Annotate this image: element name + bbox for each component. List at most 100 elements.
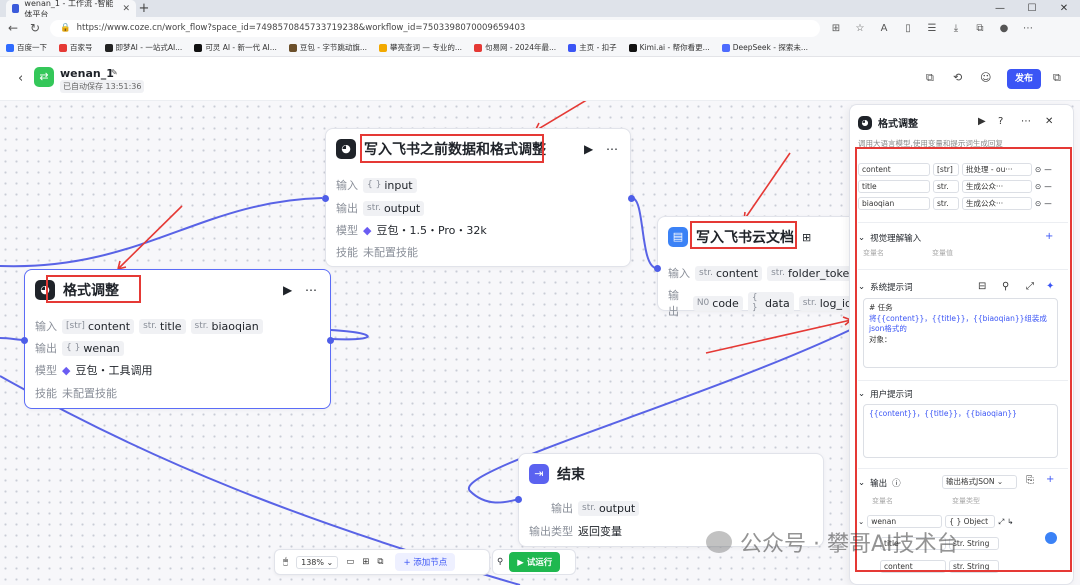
node-inputs: 输入 { } input bbox=[336, 177, 417, 193]
bookmark-item[interactable]: DeepSeek - 探索未... bbox=[721, 42, 808, 53]
input-chip: [str] content bbox=[62, 318, 135, 334]
favorites-list-icon[interactable]: ☰ bbox=[924, 23, 940, 34]
annotation-box bbox=[690, 221, 797, 249]
bookmark-icon bbox=[288, 43, 297, 52]
doubao-model-icon: ◆ bbox=[363, 223, 372, 237]
bookmark-icon bbox=[568, 43, 577, 52]
close-tab-icon[interactable]: ✕ bbox=[122, 4, 130, 14]
input-chip: str. folder_token bbox=[767, 265, 861, 281]
bookmark-item[interactable]: Kimi.ai - 帮你看更... bbox=[628, 42, 710, 53]
node-output-type: 输出类型 返回变量 bbox=[529, 525, 622, 538]
bookmark-icon bbox=[104, 43, 113, 52]
bookmark-item[interactable]: 即梦AI - 一站式AI... bbox=[104, 42, 182, 53]
more-icon[interactable]: ⋯ bbox=[1020, 23, 1036, 34]
edit-icon[interactable]: ✎ bbox=[111, 68, 118, 77]
favorite-icon[interactable]: ☆ bbox=[852, 23, 868, 34]
output-port[interactable] bbox=[327, 337, 334, 344]
debug-icon[interactable]: ⚲ bbox=[497, 557, 503, 567]
address-bar-row: ← ↻ 🔒 https://www.coze.cn/work_flow?spac… bbox=[0, 17, 1080, 39]
node-outputs: 输出 str. output bbox=[551, 500, 640, 516]
bookmark-item[interactable]: 攀亮查词 — 专业的... bbox=[379, 42, 462, 53]
test-run-button[interactable]: ▶ 试运行 bbox=[509, 552, 561, 572]
back-icon[interactable]: ← bbox=[6, 21, 20, 35]
add-node-button[interactable]: + 添加节点 bbox=[395, 553, 456, 571]
bookmark-item[interactable]: 可灵 AI - 新一代 AI... bbox=[194, 42, 277, 53]
extensions-icon[interactable]: ⧉ bbox=[972, 23, 988, 34]
bookmark-item[interactable]: 百度一下 bbox=[6, 42, 47, 53]
collaborators-icon[interactable]: ☺ bbox=[980, 71, 991, 84]
new-tab-icon[interactable]: + bbox=[136, 1, 152, 16]
minimap-icon[interactable]: ⧉ bbox=[377, 557, 383, 567]
canvas-toolbar: 🖱 138% ⌄ ▭ ⊞ ⧉ + 添加节点 bbox=[274, 549, 490, 575]
node-more-icon[interactable]: ⋯ bbox=[606, 142, 618, 156]
browser-tab[interactable]: wenan_1 - 工作流 -智能体平台 ✕ bbox=[6, 0, 136, 19]
input-port[interactable] bbox=[654, 265, 661, 272]
close-window-icon[interactable]: ✕ bbox=[1048, 0, 1080, 17]
input-port[interactable] bbox=[515, 496, 522, 503]
window-controls: — ☐ ✕ bbox=[984, 0, 1080, 17]
copy-icon[interactable]: ⧉ bbox=[926, 71, 934, 85]
output-chip: str. log_id bbox=[798, 295, 856, 311]
bookmark-item[interactable]: 豆包 - 字节跳动旗... bbox=[288, 42, 367, 53]
bookmark-icon bbox=[721, 43, 730, 52]
output-chip: { } wenan bbox=[62, 340, 124, 356]
publish-button[interactable]: 发布 bbox=[1007, 69, 1041, 89]
input-chip: str. title bbox=[139, 318, 186, 334]
node-model: 模型 ◆ 豆包・1.5・Pro・32k bbox=[336, 223, 487, 238]
wire bbox=[330, 329, 369, 341]
more-icon[interactable]: ⋯ bbox=[1021, 116, 1031, 127]
mouse-mode-icon[interactable]: 🖱 bbox=[283, 557, 288, 567]
run-node-icon[interactable]: ▶ bbox=[283, 283, 292, 297]
wire bbox=[631, 197, 657, 269]
download-icon[interactable]: ⤓ bbox=[948, 23, 964, 34]
node-title: 结束 bbox=[557, 467, 585, 483]
app-header: ‹ ⇄ wenan_1 ✎ 已自动保存 13:51:36 ⧉ ⟲ ☺ 发布 ⧉ bbox=[0, 57, 1080, 101]
browser-tabbar: wenan_1 - 工作流 -智能体平台 ✕ + — ☐ ✕ bbox=[0, 0, 1080, 19]
window-icon[interactable]: ⧉ bbox=[1053, 71, 1061, 85]
split-icon[interactable]: ▯ bbox=[900, 23, 916, 34]
assistant-icon[interactable] bbox=[1043, 530, 1059, 546]
annotation-box bbox=[46, 275, 141, 303]
saved-status: 已自动保存 13:51:36 bbox=[60, 80, 145, 93]
run-node-icon[interactable]: ▶ bbox=[584, 142, 593, 156]
output-chip: { } data bbox=[747, 292, 794, 314]
run-node-icon[interactable]: ▶ bbox=[978, 116, 986, 127]
panel-title: 格式调整 bbox=[878, 119, 918, 130]
bookmark-icon bbox=[379, 43, 388, 52]
reading-icon[interactable]: A bbox=[876, 23, 892, 34]
bookmark-icon bbox=[6, 43, 14, 52]
node-outputs: 输出 str. output bbox=[336, 200, 425, 216]
bookmark-item[interactable]: 主页 - 扣子 bbox=[568, 42, 617, 53]
url-field[interactable]: 🔒 https://www.coze.cn/work_flow?space_id… bbox=[50, 19, 820, 37]
bookmark-icon bbox=[59, 43, 67, 52]
wechat-icon bbox=[706, 531, 732, 553]
bookmark-item[interactable]: 句易网 - 2024年最... bbox=[473, 42, 556, 53]
comment-icon[interactable]: ▭ bbox=[346, 557, 354, 567]
input-port[interactable] bbox=[322, 195, 329, 202]
close-panel-icon[interactable]: ✕ bbox=[1045, 116, 1053, 127]
bookmarks-bar: 百度一下 百家号 即梦AI - 一站式AI... 可灵 AI - 新一代 AI.… bbox=[0, 39, 1080, 57]
annotation-arrow bbox=[117, 205, 183, 270]
feishu-doc-icon: ▤ bbox=[668, 227, 688, 247]
run-toolbar: ⚲ ▶ 试运行 bbox=[492, 549, 576, 575]
grid-icon[interactable]: ⊞ bbox=[362, 557, 369, 567]
reload-icon[interactable]: ↻ bbox=[28, 21, 42, 35]
output-chip: str. output bbox=[578, 500, 640, 516]
maximize-icon[interactable]: ☐ bbox=[1016, 0, 1048, 17]
bookmark-item[interactable]: 百家号 bbox=[59, 42, 93, 53]
bookmark-icon bbox=[194, 43, 203, 52]
output-chip: N0 code bbox=[692, 295, 743, 311]
end-icon: ⇥ bbox=[529, 464, 549, 484]
history-icon[interactable]: ⟲ bbox=[953, 71, 962, 84]
output-port[interactable] bbox=[628, 195, 635, 202]
translate-icon[interactable]: ⊞ bbox=[828, 23, 844, 34]
node-outputs: 输出 { } wenan bbox=[35, 340, 124, 356]
back-arrow-icon[interactable]: ‹ bbox=[18, 71, 23, 86]
coze-favicon-icon bbox=[12, 4, 20, 13]
minimize-icon[interactable]: — bbox=[984, 0, 1016, 17]
node-more-icon[interactable]: ⋯ bbox=[305, 283, 317, 297]
input-port[interactable] bbox=[21, 337, 28, 344]
help-icon[interactable]: ? bbox=[998, 116, 1003, 127]
zoom-select[interactable]: 138% ⌄ bbox=[296, 555, 339, 569]
profile-icon[interactable]: ● bbox=[996, 23, 1012, 34]
